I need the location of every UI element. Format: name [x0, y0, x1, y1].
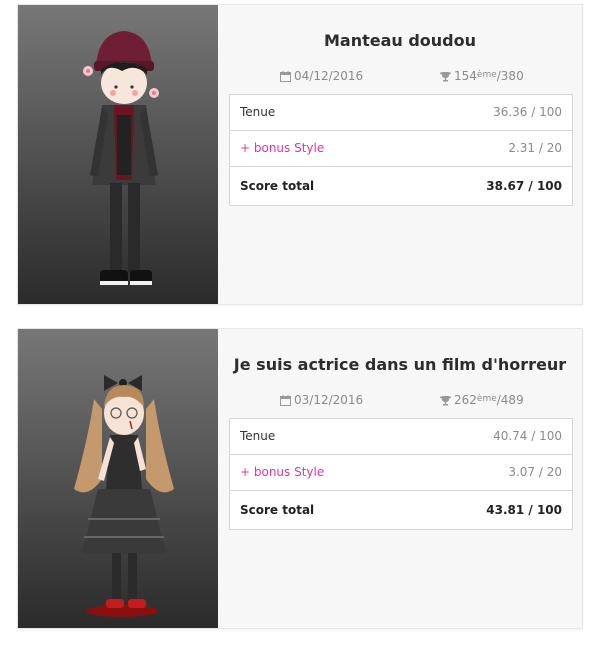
- score-value: 36.36 / 100: [493, 105, 562, 119]
- score-value: 40.74 / 100: [493, 429, 562, 443]
- score-label: Tenue: [240, 429, 276, 443]
- outfit-meta: 03/12/2016 262ème/489: [218, 393, 582, 409]
- outfit-rank: 154ème/380: [440, 69, 524, 83]
- score-value: 43.81 / 100: [486, 503, 562, 517]
- score-label: + bonus Style: [240, 141, 325, 155]
- score-label: Score total: [240, 503, 315, 517]
- calendar-icon: [280, 71, 291, 82]
- avatar-portrait[interactable]: [18, 329, 218, 628]
- score-label: Score total: [240, 179, 315, 193]
- rank-position: 154: [454, 69, 477, 83]
- score-row-bonus: + bonus Style 3.07 / 20: [230, 454, 572, 490]
- rank-suffix: ème: [476, 70, 497, 80]
- rank-suffix: ème: [476, 394, 497, 404]
- avatar-portrait[interactable]: [18, 5, 218, 304]
- score-value: 3.07 / 20: [508, 465, 562, 479]
- score-table: Tenue 36.36 / 100 + bonus Style 2.31 / 2…: [229, 94, 573, 206]
- score-row-bonus: + bonus Style 2.31 / 20: [230, 130, 572, 166]
- rank-total: /380: [496, 69, 524, 83]
- score-row-total: Score total 43.81 / 100: [230, 490, 572, 527]
- trophy-icon: [440, 72, 451, 82]
- score-label: Tenue: [240, 105, 276, 119]
- score-value: 2.31 / 20: [508, 141, 562, 155]
- date-text: 04/12/2016: [294, 69, 364, 83]
- rank-total: /489: [496, 393, 524, 407]
- score-row-total: Score total 38.67 / 100: [230, 166, 572, 203]
- avatar-boy-image: [83, 31, 159, 285]
- rank-position: 262: [454, 393, 477, 407]
- trophy-icon: [440, 396, 451, 406]
- outfit-title[interactable]: Je suis actrice dans un film d'horreur: [218, 355, 582, 374]
- outfit-rank: 262ème/489: [440, 393, 524, 407]
- score-value: 38.67 / 100: [486, 179, 562, 193]
- date-text: 03/12/2016: [294, 393, 364, 407]
- outfit-date: 03/12/2016: [280, 393, 363, 407]
- outfit-date: 04/12/2016: [280, 69, 363, 83]
- outfit-info: Manteau doudou 04/12/2016 154ème/380 Ten…: [218, 5, 582, 304]
- score-row-tenue: Tenue 40.74 / 100: [230, 419, 572, 454]
- score-row-tenue: Tenue 36.36 / 100: [230, 95, 572, 130]
- outfit-info: Je suis actrice dans un film d'horreur 0…: [218, 329, 582, 628]
- outfit-card: Manteau doudou 04/12/2016 154ème/380 Ten…: [17, 4, 583, 305]
- score-table: Tenue 40.74 / 100 + bonus Style 3.07 / 2…: [229, 418, 573, 530]
- calendar-icon: [280, 395, 291, 406]
- avatar-girl-image: [74, 375, 174, 617]
- outfit-meta: 04/12/2016 154ème/380: [218, 69, 582, 85]
- outfit-card: Je suis actrice dans un film d'horreur 0…: [17, 328, 583, 629]
- score-label: + bonus Style: [240, 465, 325, 479]
- outfit-title[interactable]: Manteau doudou: [218, 31, 582, 50]
